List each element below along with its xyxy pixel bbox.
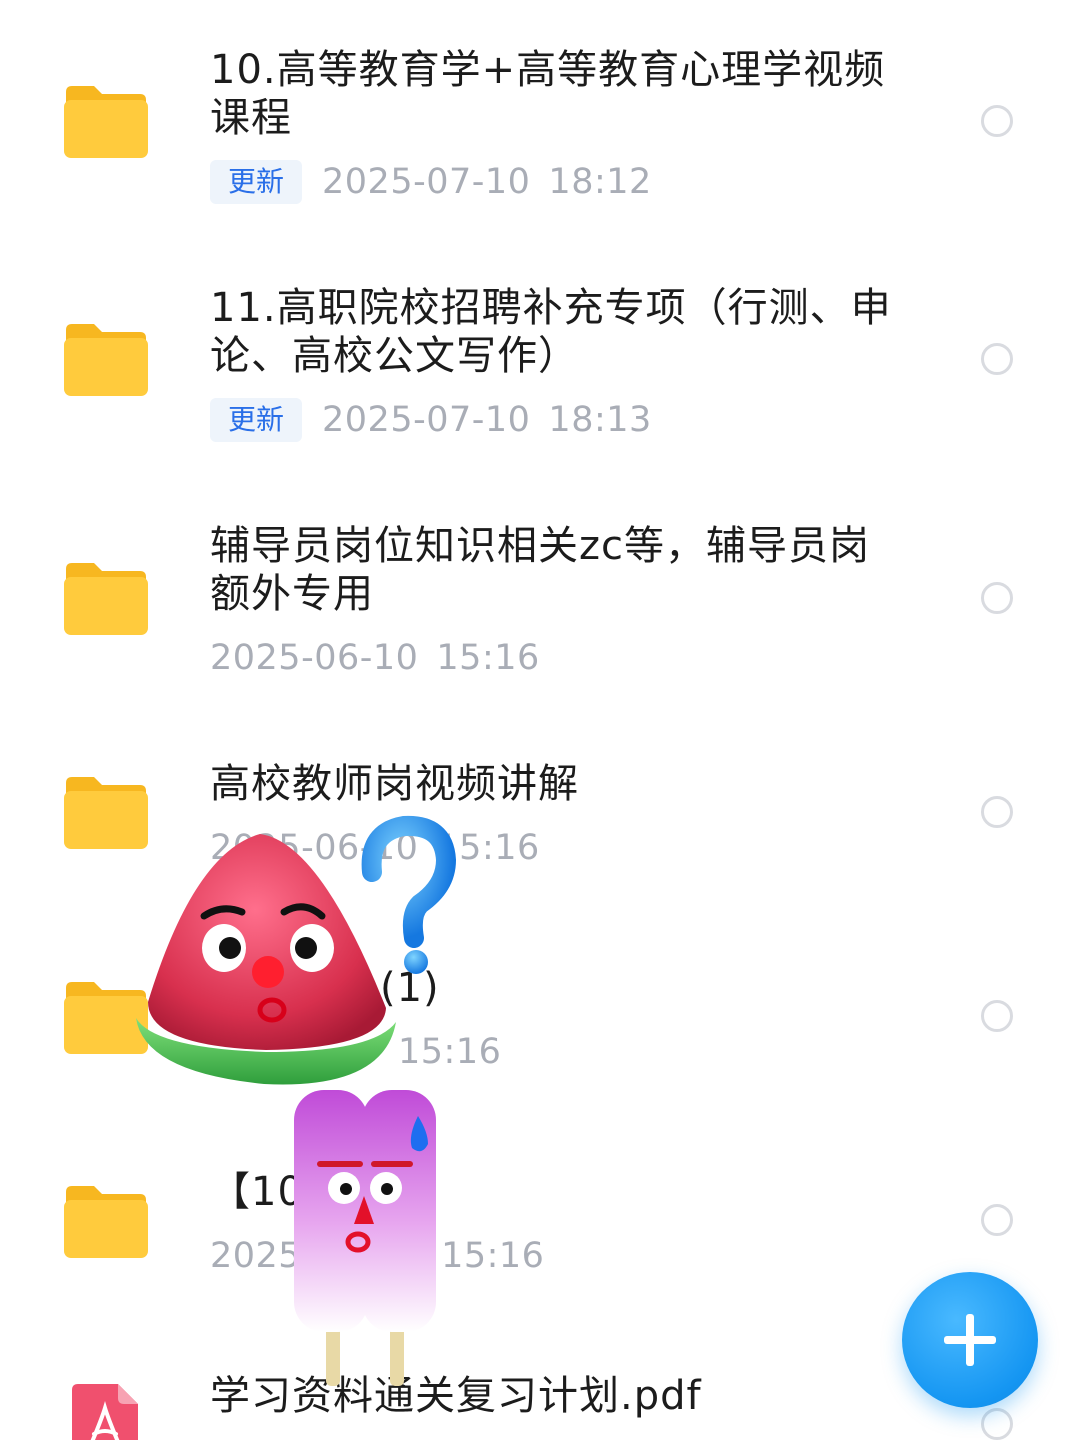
- file-date: 2025-07-10: [322, 400, 531, 440]
- select-radio[interactable]: [981, 796, 1013, 828]
- select-radio[interactable]: [981, 343, 1013, 375]
- file-time: 15:16: [436, 638, 540, 678]
- file-name: 10.高等教育学+高等教育心理学视频课程: [210, 47, 886, 141]
- select-radio[interactable]: [981, 1000, 1013, 1032]
- select-radio[interactable]: [981, 105, 1013, 137]
- folder-icon: [62, 1184, 148, 1262]
- pdf-icon: [72, 1384, 138, 1440]
- file-name: 高校教师岗视频讲解: [210, 761, 579, 807]
- select-radio[interactable]: [981, 1204, 1013, 1236]
- plus-icon: [944, 1314, 996, 1366]
- file-date: 2025: [210, 1236, 302, 1276]
- file-date: 2025-07-10: [322, 162, 531, 202]
- watermelon-sticker: [134, 812, 464, 1096]
- file-time: 18:12: [548, 162, 652, 202]
- file-date: 2025-06-10: [210, 638, 419, 678]
- file-name: 11.高职院校招聘补充专项（行测、申论、高校公文写作）: [210, 285, 892, 379]
- file-name: 辅导员岗位知识相关zc等，辅导员岗额外专用: [210, 523, 870, 617]
- update-badge: 更新: [210, 160, 303, 204]
- folder-icon: [62, 561, 148, 639]
- folder-icon: [62, 84, 148, 162]
- file-time: 15:16: [441, 1236, 545, 1276]
- update-badge: 更新: [210, 398, 303, 442]
- folder-icon: [62, 322, 148, 400]
- popsicle-sticker: [290, 1086, 440, 1390]
- file-list: 10.高等教育学+高等教育心理学视频课程 更新 2025-07-10 18:12 …: [0, 0, 1080, 1440]
- select-radio[interactable]: [981, 582, 1013, 614]
- select-radio[interactable]: [981, 1408, 1013, 1440]
- add-button[interactable]: [902, 1272, 1038, 1408]
- file-time: 18:13: [548, 400, 652, 440]
